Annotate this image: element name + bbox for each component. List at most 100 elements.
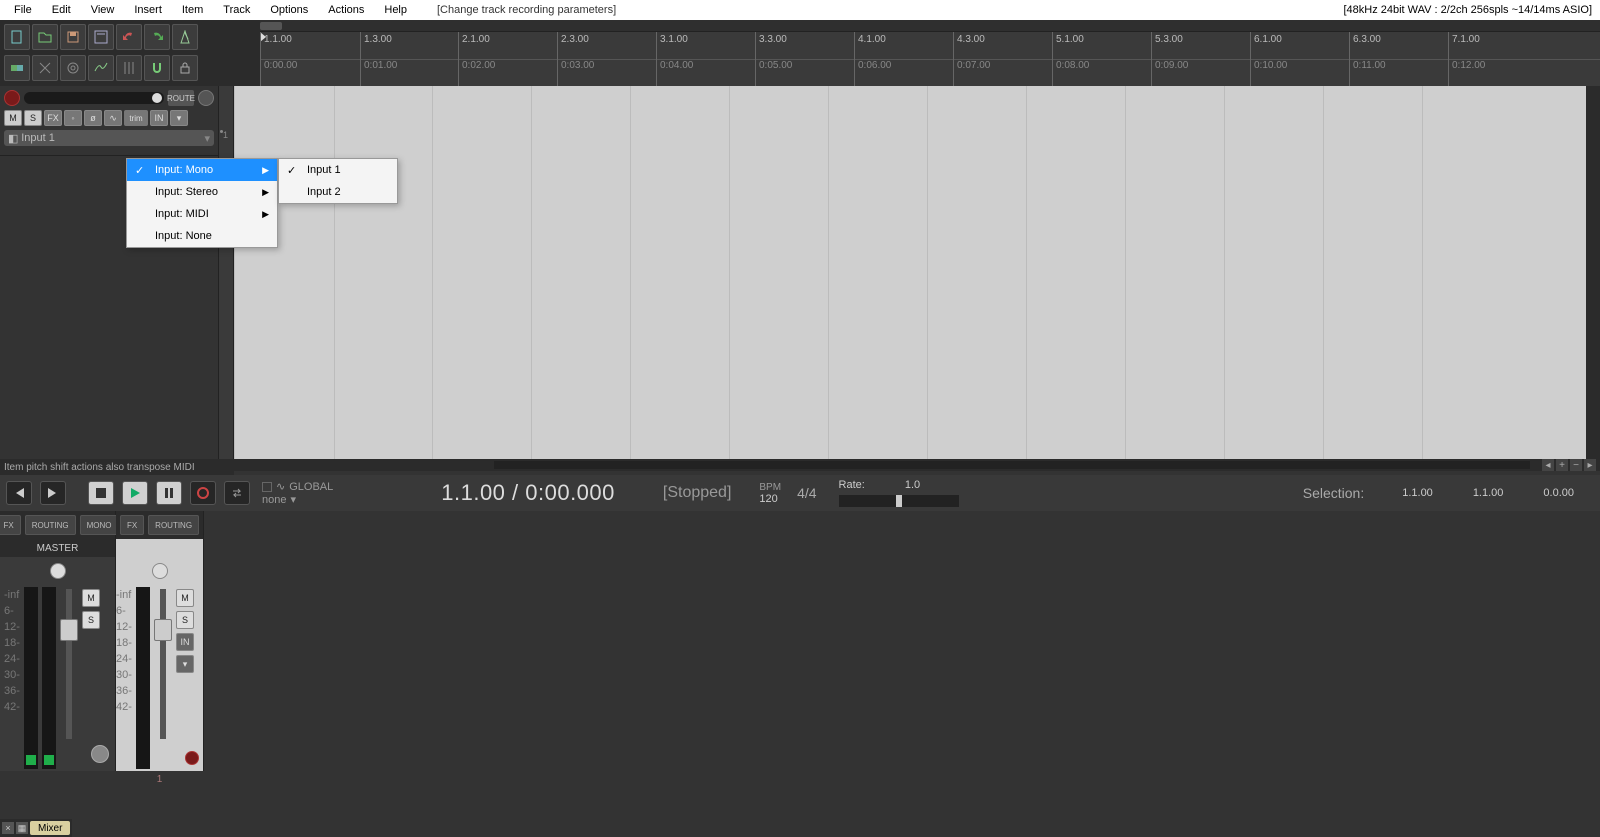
track-resize-edge[interactable]: 1 <box>218 86 234 459</box>
selection-start[interactable]: 1.1.00 <box>1402 487 1433 499</box>
marker-next-icon[interactable]: ▸ <box>1584 459 1596 471</box>
menu-item[interactable]: Item <box>172 2 213 18</box>
project-settings-icon[interactable] <box>88 24 114 50</box>
chevron-down-icon: ▾ <box>204 132 210 145</box>
selection-length[interactable]: 0.0.00 <box>1543 487 1574 499</box>
master-mono-button[interactable]: MONO <box>80 515 119 535</box>
track1-recmode-button[interactable]: ▾ <box>176 655 194 673</box>
master-automation-icon[interactable] <box>91 745 109 763</box>
menu-file[interactable]: File <box>4 2 42 18</box>
track1-label[interactable] <box>116 539 203 557</box>
envelope-mode[interactable]: ∿GLOBAL none▾ <box>262 480 333 506</box>
track1-pan-knob[interactable] <box>152 563 168 579</box>
menu-item[interactable]: Input: Stereo▶ <box>127 181 277 203</box>
menu-item[interactable]: Input: MIDI▶ <box>127 203 277 225</box>
track-input-selector[interactable]: ◧ Input 1 ▾ <box>4 130 214 146</box>
track1-in-button[interactable]: IN <box>176 633 194 651</box>
docker-close-icon[interactable]: × <box>2 822 14 834</box>
track1-solo-button[interactable]: S <box>176 611 194 629</box>
submenu-item[interactable]: ✓Input 1 <box>279 159 397 181</box>
master-solo-button[interactable]: S <box>82 611 100 629</box>
undo-icon[interactable] <box>116 24 142 50</box>
menu-insert[interactable]: Insert <box>124 2 172 18</box>
redo-icon[interactable] <box>144 24 170 50</box>
master-routing-button[interactable]: ROUTING <box>25 515 76 535</box>
time-signature[interactable]: 4/4 <box>797 485 816 501</box>
arrange-hscroll[interactable]: ◂ + − ▸ <box>234 459 1600 471</box>
metronome-icon[interactable] <box>172 24 198 50</box>
grid-icon[interactable] <box>116 55 142 81</box>
menu-options[interactable]: Options <box>260 2 318 18</box>
track1-routing-button[interactable]: ROUTING <box>148 515 199 535</box>
track1-fx-button[interactable]: FX <box>120 515 144 535</box>
record-arm-button[interactable] <box>4 90 20 106</box>
arrange-hscroll-top[interactable] <box>260 20 1600 32</box>
auto-crossfade-icon[interactable] <box>4 55 30 81</box>
tab-mixer[interactable]: Mixer <box>30 821 70 835</box>
transport-status: [Stopped] <box>663 484 732 502</box>
lock-icon[interactable] <box>172 55 198 81</box>
solo-button[interactable]: S <box>24 110 42 126</box>
audio-device-info[interactable]: [48kHz 24bit WAV : 2/2ch 256spls ~14/14m… <box>1343 4 1596 16</box>
envelope-icon[interactable] <box>88 55 114 81</box>
input-sub-menu: ✓Input 1Input 2 <box>278 158 398 204</box>
save-project-icon[interactable] <box>60 24 86 50</box>
menu-edit[interactable]: Edit <box>42 2 81 18</box>
timeline-ruler[interactable]: 1.1.000:00.001.3.000:01.002.1.000:02.002… <box>260 32 1600 86</box>
menu-actions[interactable]: Actions <box>318 2 374 18</box>
marker-prev-icon[interactable]: ◂ <box>1542 459 1554 471</box>
goto-end-button[interactable] <box>40 481 66 505</box>
new-project-icon[interactable] <box>4 24 30 50</box>
pan-knob[interactable] <box>198 90 214 106</box>
volume-fader[interactable] <box>24 92 164 104</box>
pause-button[interactable] <box>156 481 182 505</box>
ripple-edit-icon[interactable] <box>60 55 86 81</box>
mixer-empty-area[interactable] <box>204 511 1600 771</box>
phase-button[interactable]: ø <box>84 110 102 126</box>
open-project-icon[interactable] <box>32 24 58 50</box>
track1-fader[interactable] <box>152 585 174 771</box>
input-context-menu: ✓Input: Mono▶Input: Stereo▶Input: MIDI▶I… <box>126 158 278 248</box>
zoom-sub-icon[interactable]: − <box>1570 459 1582 471</box>
master-fader[interactable] <box>58 585 80 771</box>
goto-start-button[interactable] <box>6 481 32 505</box>
selection-end[interactable]: 1.1.00 <box>1473 487 1504 499</box>
menu-item[interactable]: ✓Input: Mono▶ <box>127 159 277 181</box>
env-button[interactable]: ∿ <box>104 110 122 126</box>
route-button[interactable]: ROUTE <box>168 90 194 106</box>
menu-track[interactable]: Track <box>213 2 260 18</box>
item-grouping-icon[interactable] <box>32 55 58 81</box>
record-button[interactable] <box>190 481 216 505</box>
snap-icon[interactable] <box>144 55 170 81</box>
menu-help[interactable]: Help <box>374 2 417 18</box>
automation-mode[interactable]: trim <box>124 110 148 126</box>
mute-button[interactable]: M <box>4 110 22 126</box>
master-pan-knob[interactable] <box>50 563 66 579</box>
rate-slider[interactable] <box>839 495 959 507</box>
menu-view[interactable]: View <box>81 2 125 18</box>
master-mute-button[interactable]: M <box>82 589 100 607</box>
input-monitor-button[interactable]: IN <box>150 110 168 126</box>
menu-item[interactable]: Input: None <box>127 225 277 247</box>
track-1[interactable]: ROUTE M S FX ◦ ø ∿ trim IN ▾ ◧ Input 1 ▾ <box>0 86 218 156</box>
track1-mute-button[interactable]: M <box>176 589 194 607</box>
fx-bypass-button[interactable]: ◦ <box>64 110 82 126</box>
arrange-vscroll[interactable] <box>1586 86 1600 459</box>
record-mode-dropdown[interactable]: ▾ <box>170 110 188 126</box>
master-fx-button[interactable]: FX <box>0 515 21 535</box>
fx-button[interactable]: FX <box>44 110 62 126</box>
repeat-button[interactable] <box>224 481 250 505</box>
mixer-track-1[interactable]: FX ROUTING -inf6-12-18-24-30-36-42- M S … <box>116 511 204 771</box>
submenu-item[interactable]: Input 2 <box>279 181 397 203</box>
arrange-view[interactable] <box>234 86 1586 459</box>
bpm-value[interactable]: 120 <box>759 493 781 505</box>
track1-recarm-button[interactable] <box>185 751 199 765</box>
rate-value[interactable]: 1.0 <box>905 479 920 491</box>
mixer-master[interactable]: FX ROUTING MONO MASTER -inf6-12-18-24-30… <box>0 511 116 771</box>
stop-button[interactable] <box>88 481 114 505</box>
play-button[interactable] <box>122 481 148 505</box>
docker-menu-icon[interactable]: ▦ <box>16 822 28 834</box>
transport-position[interactable]: 1.1.00 / 0:00.000 <box>441 480 615 506</box>
zoom-add-icon[interactable]: + <box>1556 459 1568 471</box>
bpm-label: BPM <box>759 482 781 493</box>
